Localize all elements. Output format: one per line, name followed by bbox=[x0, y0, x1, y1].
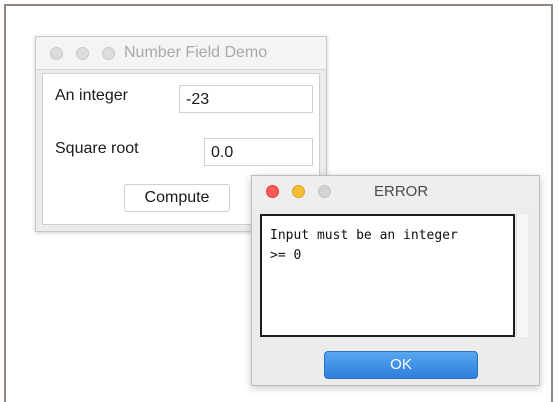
integer-field[interactable]: -23 bbox=[179, 85, 313, 113]
error-dialog: ERROR Input must be an integer >= 0 OK bbox=[251, 175, 540, 386]
screenshot-frame: Number Field Demo An integer -23 Square … bbox=[4, 4, 553, 402]
square-root-label: Square root bbox=[55, 140, 139, 157]
error-message-line-1: Input must be an integer bbox=[270, 228, 458, 243]
error-message-line-2: >= 0 bbox=[270, 248, 302, 263]
error-titlebar: ERROR bbox=[252, 176, 539, 206]
square-root-field[interactable]: 0.0 bbox=[204, 138, 313, 166]
zoom-icon[interactable] bbox=[318, 185, 331, 198]
minimize-icon[interactable] bbox=[292, 185, 305, 198]
zoom-icon[interactable] bbox=[102, 47, 115, 60]
error-title: ERROR bbox=[374, 183, 429, 200]
main-titlebar: Number Field Demo bbox=[36, 37, 326, 70]
error-message-box: Input must be an integer >= 0 bbox=[260, 214, 515, 337]
minimize-icon[interactable] bbox=[76, 47, 89, 60]
window-title: Number Field Demo bbox=[124, 44, 268, 61]
integer-label: An integer bbox=[55, 87, 128, 104]
compute-button[interactable]: Compute bbox=[124, 184, 230, 212]
ok-button[interactable]: OK bbox=[324, 351, 478, 379]
close-icon[interactable] bbox=[50, 47, 63, 60]
message-scrollbar[interactable] bbox=[516, 214, 528, 337]
close-icon[interactable] bbox=[266, 185, 279, 198]
